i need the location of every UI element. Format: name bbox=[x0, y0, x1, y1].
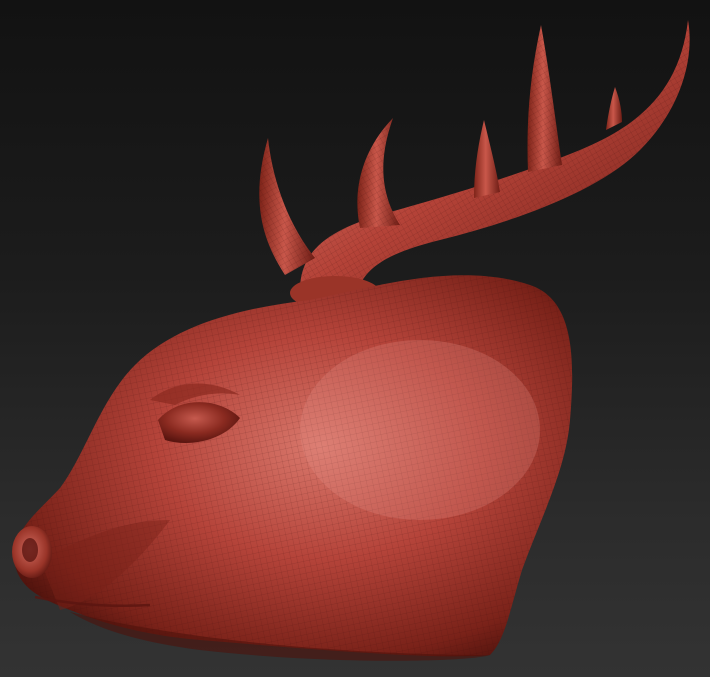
deer-head[interactable] bbox=[12, 275, 573, 661]
sculpt-viewport[interactable] bbox=[0, 0, 710, 677]
nostril bbox=[22, 538, 38, 562]
cheek-highlight bbox=[300, 340, 540, 520]
antler[interactable] bbox=[259, 20, 690, 310]
model-canvas[interactable] bbox=[0, 0, 710, 677]
antler-tine-5 bbox=[606, 87, 622, 130]
antler-tine-3 bbox=[474, 120, 500, 198]
